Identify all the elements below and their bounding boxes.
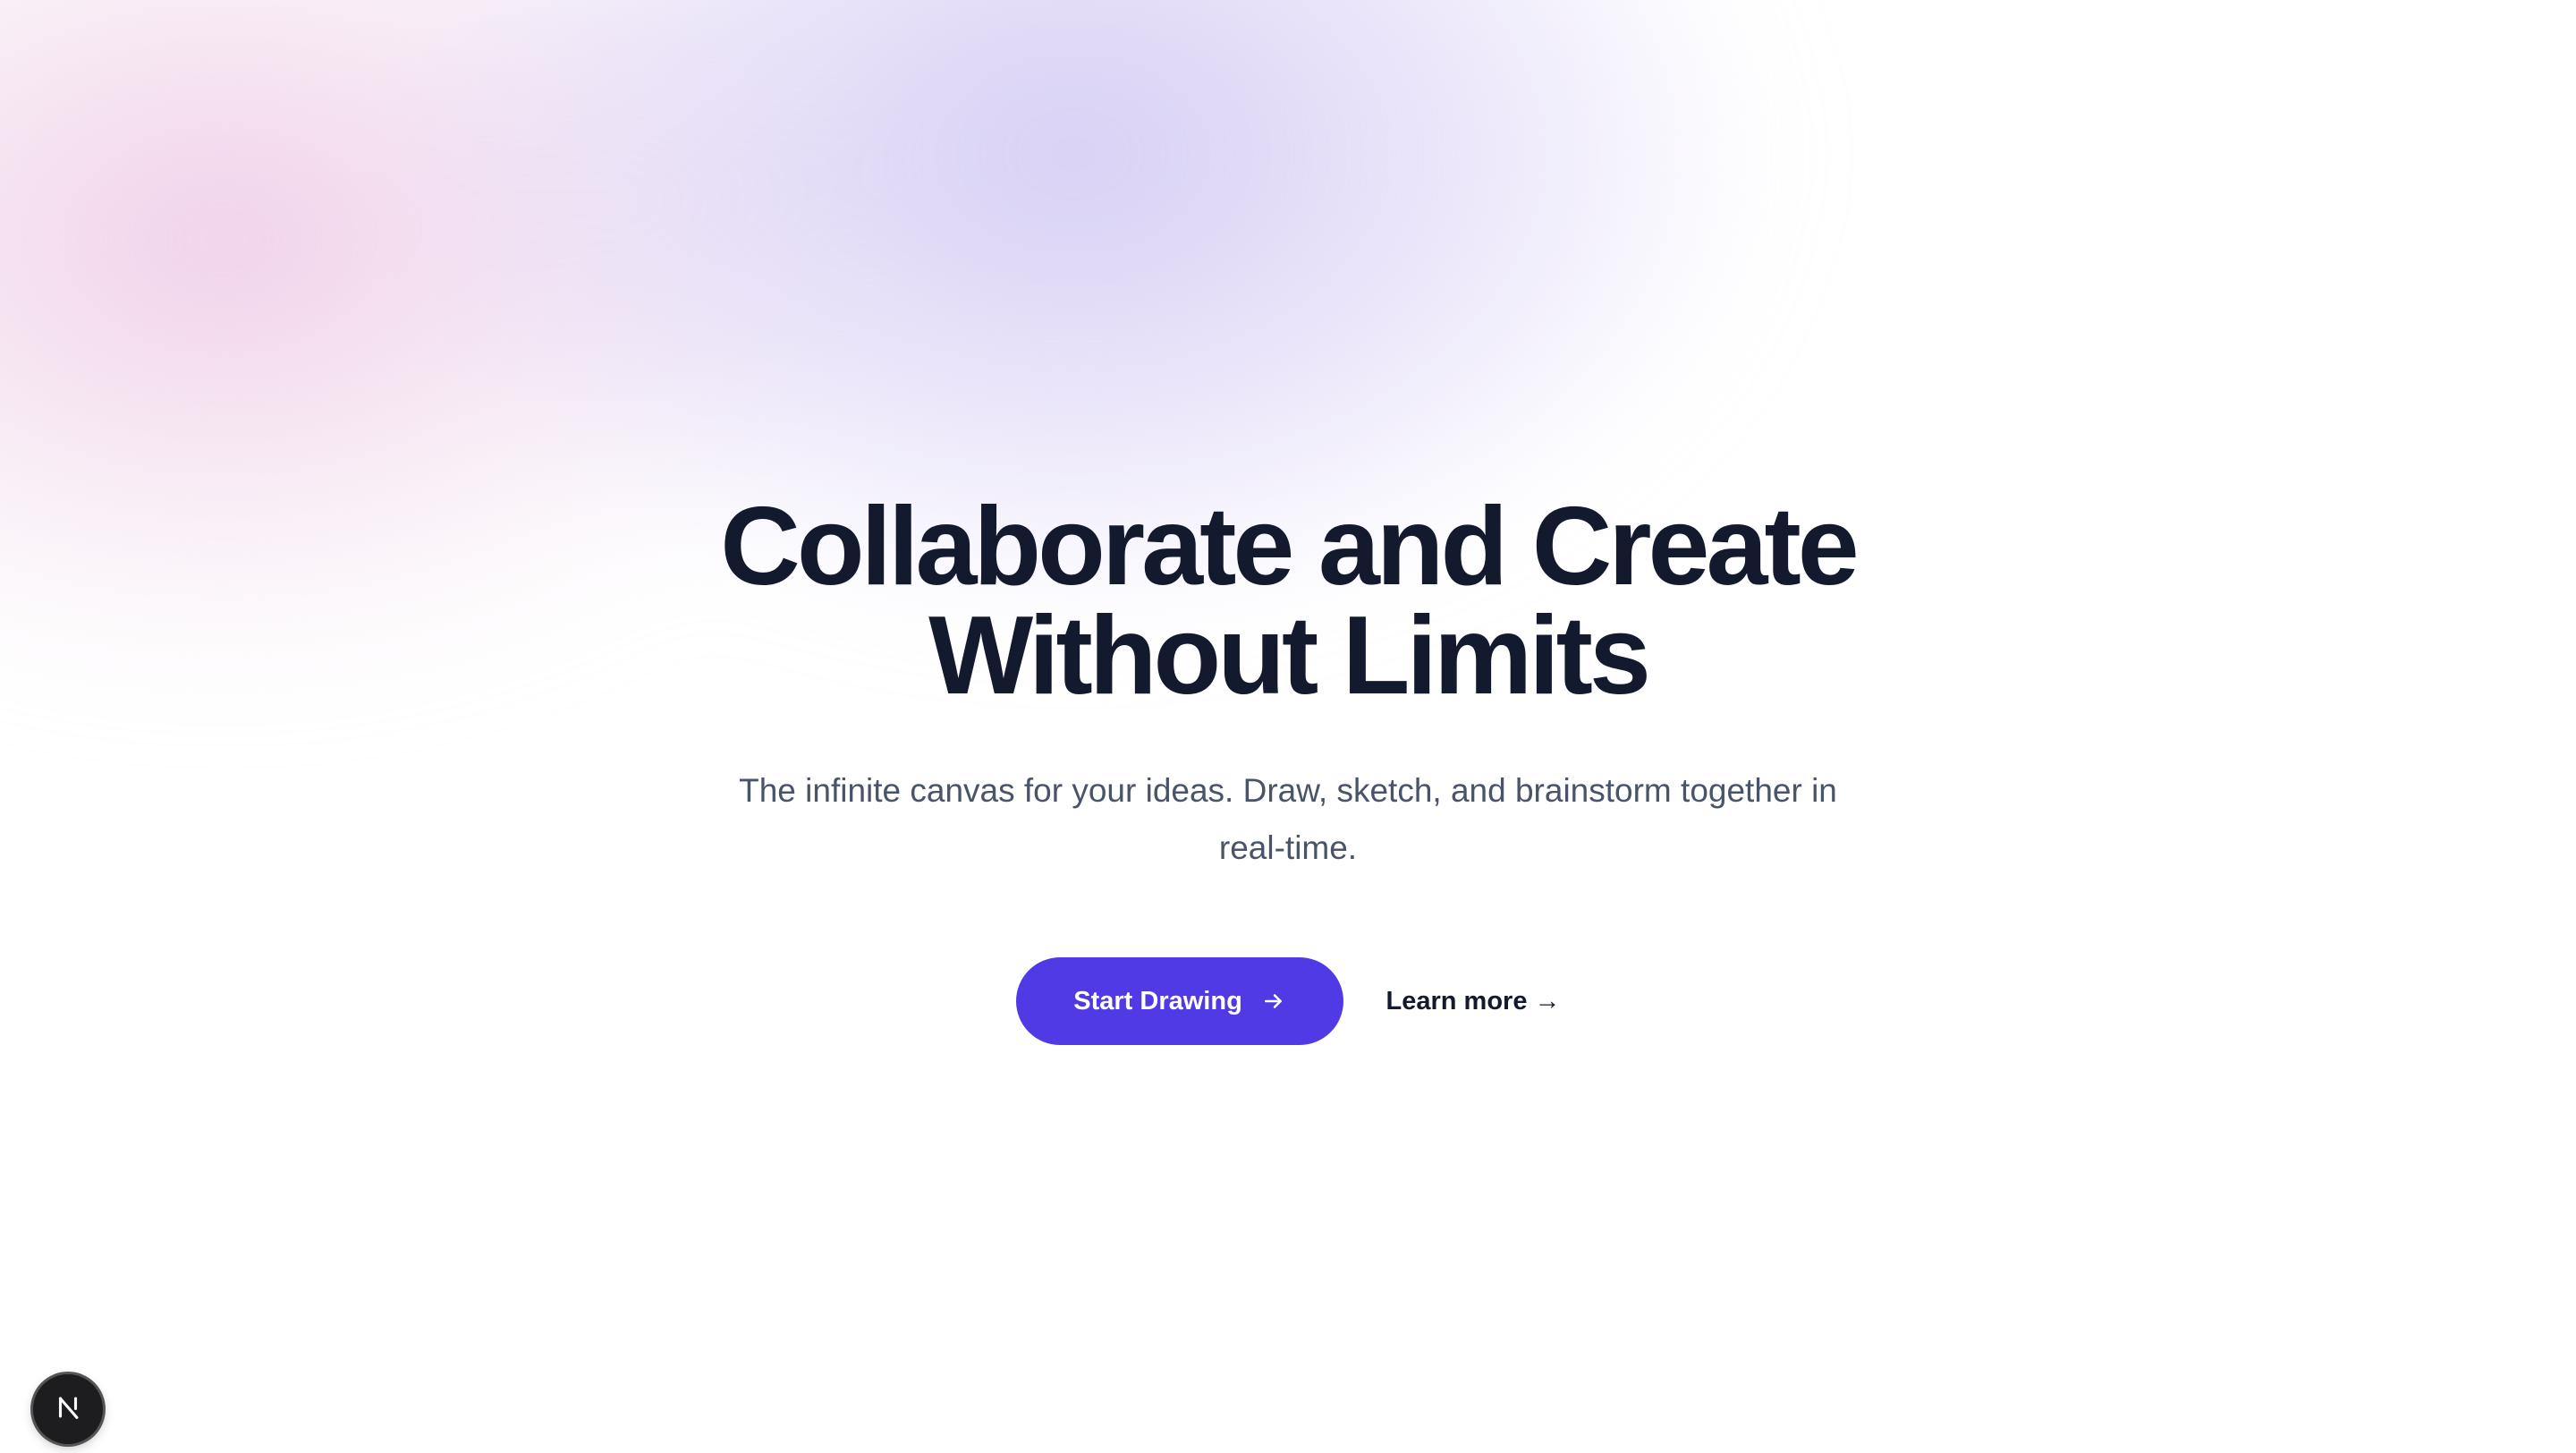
start-drawing-button[interactable]: Start Drawing (1015, 957, 1343, 1045)
hero-title-line-2: Without Limits (928, 594, 1651, 718)
learn-more-arrow: → (1534, 986, 1561, 1015)
hero-title: Collaborate and Create Without Limits (0, 485, 2576, 718)
learn-more-label: Learn more (1385, 986, 1528, 1015)
hero-subtitle: The infinite canvas for your ideas. Draw… (739, 772, 1837, 866)
arrow-right-icon (1262, 990, 1285, 1013)
nextjs-dev-badge[interactable] (33, 1374, 103, 1444)
learn-more-link[interactable]: Learn more → (1386, 987, 1561, 1016)
cta-row: Start Drawing Learn more → (0, 957, 2576, 1045)
landing-page: Collaborate and Create Without Limits Th… (0, 0, 2576, 1453)
start-drawing-label: Start Drawing (1073, 986, 1242, 1015)
nextjs-logo-icon (53, 1392, 83, 1427)
hero-section: Collaborate and Create Without Limits Th… (0, 485, 2576, 1045)
hero-title-line-1: Collaborate and Create (720, 485, 1859, 608)
